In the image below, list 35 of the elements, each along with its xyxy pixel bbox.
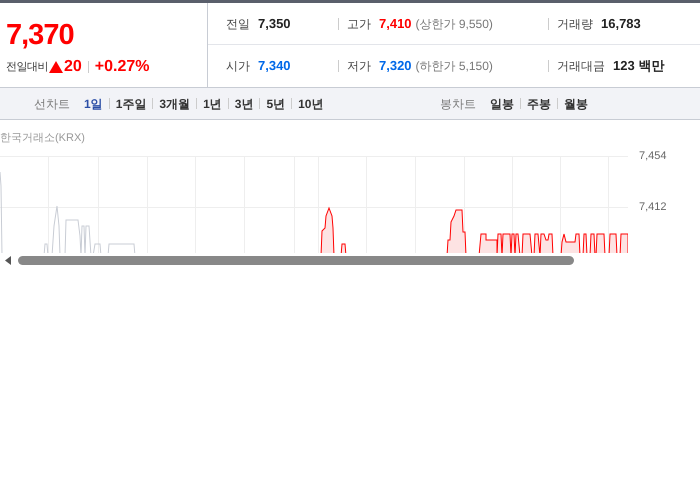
- current-price: 7,370: [6, 19, 75, 51]
- y-axis-label: 7,412: [639, 201, 667, 214]
- tab-group-label: 봉차트: [440, 96, 476, 112]
- stat-value: 123 백만: [613, 57, 664, 76]
- horizontal-scrollbar-thumb[interactable]: [18, 256, 574, 265]
- stat-value: 7,350: [258, 14, 291, 33]
- stat-label: 시가: [226, 58, 250, 75]
- stat-value: 7,320: [379, 57, 412, 76]
- change-amount: 20: [64, 57, 82, 77]
- stat-label: 전일: [226, 16, 250, 32]
- price-limit: (하한가 5,150): [416, 58, 493, 75]
- period-tab[interactable]: 주봉: [527, 94, 551, 112]
- stat-value: 7,410: [379, 14, 412, 33]
- stat-label: 고가: [347, 16, 371, 32]
- period-tab[interactable]: 1일: [84, 94, 103, 112]
- y-axis-label: 7,454: [639, 150, 667, 163]
- stat-label: 거래대금: [557, 58, 605, 75]
- stat-value: 7,340: [258, 57, 291, 76]
- period-tab[interactable]: 5년: [266, 94, 286, 112]
- stat-label: 저가: [347, 58, 371, 75]
- period-tab[interactable]: 1년: [203, 94, 222, 112]
- period-tab[interactable]: 월봉: [564, 94, 588, 112]
- period-tab[interactable]: 3개월: [159, 94, 190, 112]
- stat-value: 16,783: [601, 14, 641, 33]
- price-limit: (상한가 9,550): [416, 16, 493, 32]
- period-tab[interactable]: 1주일: [116, 94, 146, 112]
- period-tab[interactable]: 3년: [234, 94, 254, 112]
- change-label: 전일대비: [6, 60, 48, 75]
- period-tab[interactable]: 10년: [298, 94, 324, 112]
- change-rate: +0.27%: [94, 57, 150, 77]
- source-label: 한국거래소(KRX): [0, 131, 85, 146]
- tab-group-label: 선차트: [34, 96, 70, 112]
- stat-label: 거래량: [557, 16, 593, 32]
- period-tab[interactable]: 일봉: [490, 94, 514, 112]
- scroll-left-arrow-icon[interactable]: [5, 256, 11, 265]
